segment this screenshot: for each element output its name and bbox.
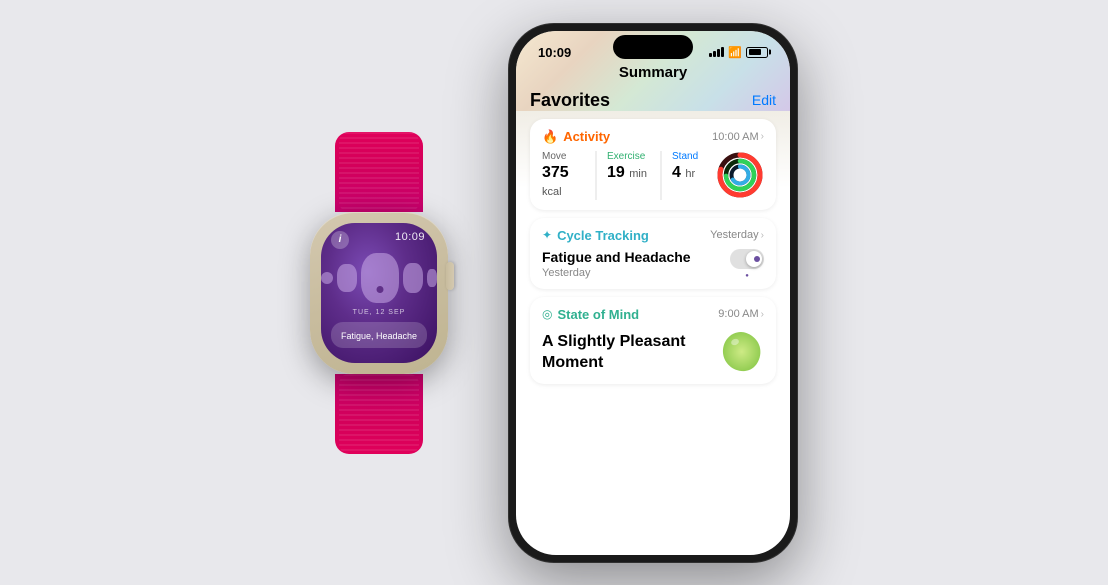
watch-label-text: Fatigue, Headache	[341, 331, 417, 341]
activity-card[interactable]: 🔥 Activity 10:00 AM › Move	[530, 119, 776, 210]
watch-date: TUE, 12 SEP	[353, 309, 406, 316]
stand-value-row: 4 hr	[672, 164, 716, 182]
favorites-section: Favorites Edit 🔥 Activity 10:00 AM	[516, 90, 790, 384]
favorites-header: Favorites Edit	[530, 90, 776, 111]
cycle-toggle-block: ●	[730, 249, 764, 279]
stand-stat: Stand 4 hr	[661, 151, 716, 200]
cycle-time: Yesterday	[710, 229, 759, 241]
watch-info-button[interactable]	[331, 231, 349, 249]
toggle-dot-indicator: ●	[745, 273, 749, 279]
state-of-mind-card[interactable]: ◎ State of Mind 9:00 AM › A Slightly Ple…	[530, 297, 776, 384]
cycle-card-body: Fatigue and Headache Yesterday ●	[530, 249, 776, 289]
bar-1	[709, 53, 712, 57]
dynamic-island	[613, 35, 693, 59]
toggle-dot	[754, 256, 760, 262]
bar-2	[713, 51, 716, 57]
state-time: 9:00 AM	[718, 308, 758, 320]
exercise-stat: Exercise 19 min	[596, 151, 661, 200]
bubble-4	[403, 263, 423, 293]
exercise-value-row: 19 min	[607, 164, 651, 182]
activity-chevron: ›	[761, 131, 764, 142]
activity-stats: Move 375 kcal Exercise 19	[542, 151, 716, 200]
cycle-title: Cycle Tracking	[557, 228, 649, 243]
state-card-header: ◎ State of Mind 9:00 AM ›	[530, 297, 776, 328]
activity-ring-icon	[716, 151, 764, 199]
cycle-symptom-date: Yesterday	[542, 267, 691, 279]
iphone: 10:09 📶	[508, 23, 798, 563]
signal-bars-icon	[709, 47, 724, 57]
cycle-chevron: ›	[761, 230, 764, 241]
status-icons: 📶	[709, 46, 768, 59]
state-description: A Slightly PleasantMoment	[542, 332, 685, 374]
status-time: 10:09	[538, 45, 571, 60]
activity-title: Activity	[563, 129, 610, 144]
edit-button[interactable]: Edit	[752, 92, 776, 108]
watch-band-bottom	[335, 374, 423, 454]
iphone-screen: 10:09 📶	[516, 31, 790, 555]
cycle-symptom-block: Fatigue and Headache Yesterday	[542, 249, 691, 279]
summary-header: Summary	[516, 60, 790, 90]
cycle-title-row: ✦ Cycle Tracking	[542, 228, 649, 243]
activity-card-header: 🔥 Activity 10:00 AM ›	[530, 119, 776, 151]
iphone-body: 10:09 📶	[508, 23, 798, 563]
move-value: 375	[542, 164, 569, 181]
watch-label-pill: Fatigue, Headache	[331, 322, 427, 348]
watch-bubbles	[321, 253, 437, 303]
bar-3	[717, 49, 720, 57]
state-chevron: ›	[761, 309, 764, 320]
stand-unit: hr	[685, 168, 695, 180]
bar-4	[721, 47, 724, 57]
move-value-row: 375 kcal	[542, 164, 586, 200]
stand-value: 4	[672, 164, 681, 181]
bubble-2	[337, 264, 357, 292]
state-title: State of Mind	[557, 307, 639, 322]
state-icon: ◎	[542, 307, 552, 321]
bubble-1	[321, 272, 333, 284]
battery-icon	[746, 47, 768, 58]
watch-crown	[446, 262, 454, 290]
stand-label: Stand	[672, 151, 716, 162]
state-of-mind-shape-icon	[718, 328, 764, 374]
state-time-row: 9:00 AM ›	[718, 308, 764, 320]
cycle-card-header: ✦ Cycle Tracking Yesterday ›	[530, 218, 776, 249]
cycle-card[interactable]: ✦ Cycle Tracking Yesterday › Fatigue and…	[530, 218, 776, 289]
apple-watch: 10:09 TUE, 12 SEP Fatigue, Headache	[310, 132, 448, 454]
move-stat: Move 375 kcal	[542, 151, 596, 200]
battery-fill	[749, 49, 762, 55]
move-label: Move	[542, 151, 586, 162]
cycle-symptom: Fatigue and Headache	[542, 249, 691, 265]
watch-time: 10:09	[395, 231, 425, 243]
cycle-toggle[interactable]	[730, 249, 764, 269]
exercise-value: 19	[607, 164, 625, 181]
state-title-row: ◎ State of Mind	[542, 307, 639, 322]
bubble-5	[427, 269, 437, 287]
screen-content: 10:09 📶	[516, 31, 790, 384]
watch-body: 10:09 TUE, 12 SEP Fatigue, Headache	[310, 212, 448, 374]
exercise-label: Exercise	[607, 151, 651, 162]
state-card-body: A Slightly PleasantMoment	[530, 328, 776, 384]
cycle-time-row: Yesterday ›	[710, 229, 764, 241]
wifi-icon: 📶	[728, 46, 742, 59]
activity-fire-icon: 🔥	[542, 129, 558, 145]
move-unit: kcal	[542, 186, 562, 198]
activity-title-row: 🔥 Activity	[542, 129, 610, 145]
bubble-3	[361, 253, 399, 303]
cycle-icon: ✦	[542, 228, 552, 242]
exercise-unit: min	[629, 168, 647, 180]
favorites-title: Favorites	[530, 90, 610, 111]
activity-time-row: 10:00 AM ›	[712, 131, 764, 143]
watch-screen: 10:09 TUE, 12 SEP Fatigue, Headache	[321, 223, 437, 363]
watch-band-top	[335, 132, 423, 212]
activity-time: 10:00 AM	[712, 131, 758, 143]
summary-title: Summary	[619, 64, 687, 81]
